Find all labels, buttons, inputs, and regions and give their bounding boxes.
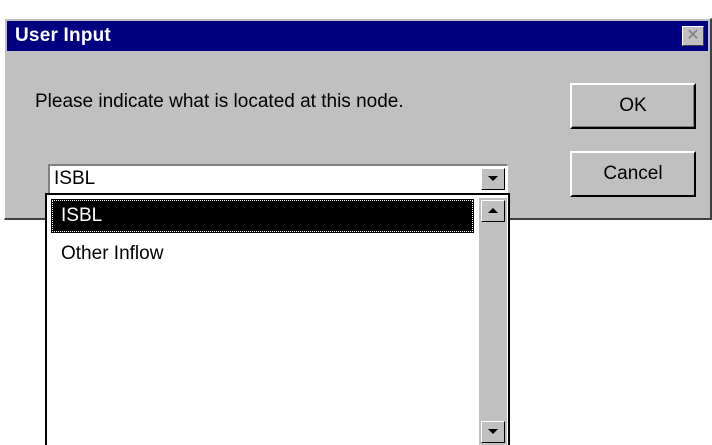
combo-selected-value: ISBL [54,168,96,189]
scroll-up-button[interactable] [481,200,505,222]
dialog-title: User Input [15,25,111,46]
scroll-up-arrow-icon [488,208,498,213]
scroll-down-arrow-icon [488,429,498,434]
ok-button[interactable]: OK [570,83,696,129]
node-type-combobox[interactable]: ISBL [48,164,508,194]
title-bar[interactable]: User Input ✕ [7,21,708,51]
chevron-down-icon [488,176,498,181]
user-input-dialog: User Input ✕ Please indicate what is loc… [4,18,712,220]
list-item[interactable]: Other Inflow [51,237,474,271]
close-icon[interactable]: ✕ [682,26,704,46]
dropdown-list[interactable]: ISBL Other Inflow [45,193,510,445]
prompt-text: Please indicate what is located at this … [35,91,404,112]
scroll-down-button[interactable] [481,421,505,443]
list-item[interactable]: ISBL [51,199,474,233]
dropdown-arrow-button[interactable] [481,168,505,190]
cancel-button[interactable]: Cancel [570,151,696,197]
vertical-scrollbar[interactable] [479,198,507,445]
